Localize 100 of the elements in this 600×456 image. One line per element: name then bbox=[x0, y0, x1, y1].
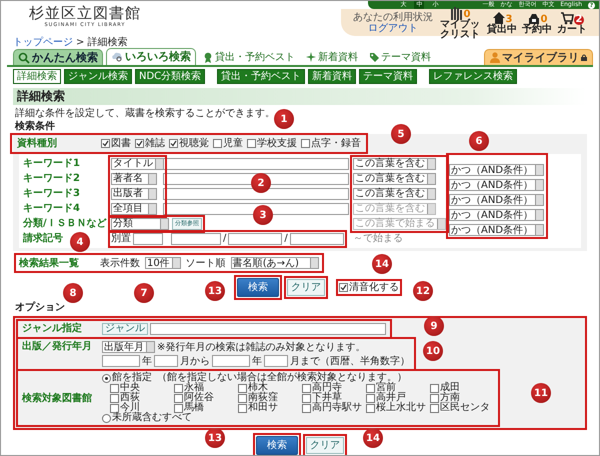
search-button[interactable]: 検索 bbox=[256, 436, 298, 455]
checkbox[interactable] bbox=[302, 384, 311, 392]
checkbox[interactable] bbox=[110, 404, 119, 412]
checkbox[interactable] bbox=[174, 384, 183, 392]
input-field[interactable] bbox=[154, 355, 178, 367]
highlight-frame bbox=[336, 279, 402, 296]
checkbox[interactable] bbox=[135, 139, 144, 148]
radio-label: 館を指定 bbox=[112, 373, 152, 383]
dropdown[interactable]: この言葉を含む bbox=[353, 172, 436, 184]
checkbox[interactable] bbox=[366, 404, 375, 412]
sub-tab[interactable]: 詳細検索 bbox=[13, 69, 61, 84]
input-field[interactable] bbox=[150, 323, 386, 335]
sub-tab[interactable]: 新着資料 bbox=[308, 69, 356, 84]
sub-tab[interactable]: テーマ資料 bbox=[359, 69, 418, 84]
dropdown[interactable]: 10件 bbox=[145, 257, 181, 269]
input-field[interactable] bbox=[102, 355, 140, 367]
dropdown[interactable]: 分類 bbox=[111, 218, 169, 230]
checkbox[interactable] bbox=[430, 384, 439, 392]
genre-button[interactable]: ジャンル bbox=[102, 323, 148, 335]
dropdown[interactable]: 出版者 bbox=[111, 188, 157, 200]
dropdown[interactable]: 全項目 bbox=[111, 202, 157, 214]
breadcrumb-link[interactable]: トップページ bbox=[13, 37, 73, 48]
checkbox[interactable] bbox=[174, 394, 183, 402]
counter-label[interactable]: 貸出中 bbox=[487, 24, 517, 34]
checkbox[interactable] bbox=[366, 384, 375, 392]
checkbox-label: 学校支援 bbox=[257, 138, 297, 149]
checkbox[interactable] bbox=[238, 394, 247, 402]
highlight-frame bbox=[284, 276, 328, 299]
checkbox-label: 点字・録音 bbox=[311, 138, 361, 149]
checkbox[interactable] bbox=[238, 404, 247, 412]
checkbox[interactable] bbox=[430, 394, 439, 402]
checkbox[interactable] bbox=[101, 139, 110, 148]
dropdown[interactable]: この言葉を含む bbox=[353, 188, 436, 200]
tab[interactable]: かんたん検索 bbox=[13, 49, 103, 65]
books-icon bbox=[450, 6, 464, 20]
checkbox[interactable] bbox=[302, 404, 311, 412]
description: 詳細な条件を設定して、蔵書を検索することができます。 bbox=[15, 108, 275, 119]
dropdown[interactable]: 出版年月 bbox=[102, 341, 155, 353]
my-library-tab[interactable]: マイライブラリ bbox=[484, 49, 593, 65]
logout-link[interactable]: ログアウト bbox=[368, 22, 418, 34]
dropdown[interactable]: かつ（AND条件） bbox=[449, 179, 544, 191]
input-field[interactable] bbox=[133, 232, 163, 244]
dropdown[interactable]: かつ（AND条件） bbox=[449, 164, 544, 176]
input-field[interactable] bbox=[228, 232, 282, 244]
input-field[interactable] bbox=[163, 188, 349, 200]
checkbox[interactable] bbox=[366, 394, 375, 402]
counter-label[interactable]: 予約中 bbox=[522, 24, 552, 34]
dropdown[interactable]: この言葉を含む bbox=[353, 158, 436, 170]
input-field[interactable] bbox=[163, 172, 349, 184]
counter-label[interactable]: カート bbox=[557, 24, 587, 34]
sub-tab[interactable]: レファレンス検索 bbox=[429, 69, 518, 84]
counter-label[interactable]: マイブックリスト bbox=[438, 20, 482, 40]
input-field[interactable] bbox=[264, 355, 288, 367]
radio-button[interactable] bbox=[102, 374, 111, 382]
input-field[interactable] bbox=[163, 158, 349, 170]
clear-button[interactable]: クリア bbox=[306, 437, 344, 454]
checkbox[interactable] bbox=[213, 139, 222, 148]
field-label: 分類/ＩＳＢＮなど bbox=[23, 218, 107, 229]
checkbox[interactable] bbox=[110, 394, 119, 402]
dropdown[interactable]: かつ（AND条件） bbox=[449, 224, 544, 236]
input-field[interactable] bbox=[171, 232, 221, 244]
dropdown[interactable]: かつ（AND条件） bbox=[449, 194, 544, 206]
nav-link[interactable]: 新着資料 bbox=[302, 52, 362, 65]
checkbox-label: 清音化する bbox=[349, 282, 399, 293]
field-label: 資料種別 bbox=[17, 138, 58, 149]
callout-number: 14 bbox=[363, 428, 383, 448]
field-label: キーワード3 bbox=[23, 188, 80, 199]
count-text: 0 bbox=[464, 10, 470, 20]
note-text: （館を指定しない場合は全館が検索対象となります。） bbox=[157, 373, 407, 383]
nav-link[interactable]: テーマ資料 bbox=[365, 52, 435, 65]
callout-number: 14 bbox=[372, 254, 392, 274]
dropdown[interactable]: 書名順(あ→ん) bbox=[230, 257, 319, 269]
sub-tab[interactable]: NDC分類検索 bbox=[135, 69, 206, 84]
dropdown[interactable]: タイトル bbox=[111, 158, 164, 170]
checkbox[interactable] bbox=[339, 283, 348, 292]
tab[interactable]: いろいろ検索 bbox=[106, 48, 196, 65]
checkbox[interactable] bbox=[174, 404, 183, 412]
input-field[interactable] bbox=[290, 232, 344, 244]
checkbox[interactable] bbox=[169, 139, 178, 148]
radio-button[interactable] bbox=[102, 414, 111, 422]
checkbox[interactable] bbox=[302, 394, 311, 402]
sub-tab[interactable]: ジャンル検索 bbox=[64, 69, 132, 84]
checkbox-label: 高円寺駅サ bbox=[312, 403, 362, 413]
unit-label: 年 bbox=[142, 356, 152, 366]
dropdown[interactable]: かつ（AND条件） bbox=[449, 209, 544, 221]
nav-link[interactable]: 貸出・予約ベスト bbox=[199, 52, 299, 65]
sparkle-icon bbox=[306, 52, 316, 63]
checkbox[interactable] bbox=[430, 404, 439, 412]
clear-button[interactable]: クリア bbox=[287, 279, 325, 296]
unit-label: 月から bbox=[180, 356, 210, 366]
sub-tab[interactable]: 貸出・予約ベスト bbox=[217, 69, 306, 84]
dropdown[interactable]: 著者名 bbox=[111, 172, 157, 184]
checkbox[interactable] bbox=[247, 139, 256, 148]
checkbox[interactable] bbox=[110, 384, 119, 392]
checkbox[interactable] bbox=[301, 139, 310, 148]
input-field[interactable] bbox=[212, 355, 250, 367]
search-button[interactable]: 検索 bbox=[237, 278, 279, 297]
checkbox[interactable] bbox=[238, 384, 247, 392]
count-badge: 2 bbox=[574, 14, 584, 24]
logo-title: 杉並区立図書館 bbox=[29, 5, 141, 22]
